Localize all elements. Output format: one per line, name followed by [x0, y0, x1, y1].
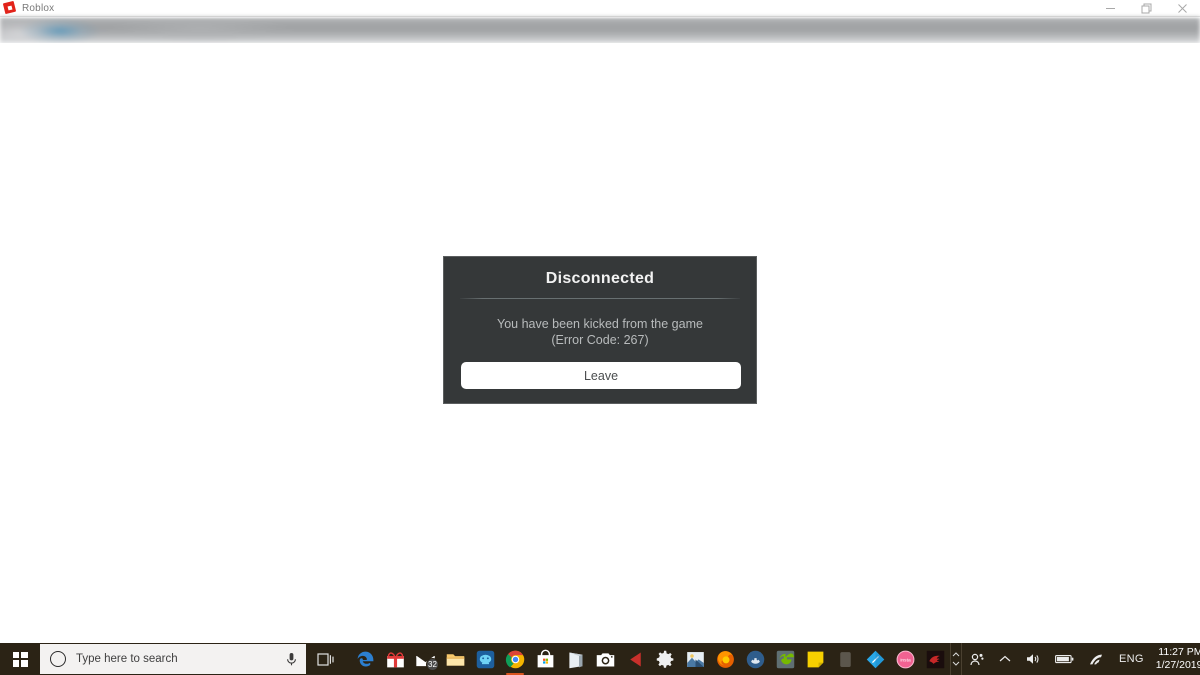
edge-icon	[357, 651, 373, 666]
chevron-up-icon	[952, 652, 960, 657]
dialog-message-line1: You have been kicked from the game	[497, 317, 703, 331]
microphone-icon[interactable]	[285, 652, 298, 667]
svg-text:insta: insta	[900, 657, 911, 663]
taskbar-app-camera[interactable]	[590, 643, 620, 675]
taskbar-app-file-explorer[interactable]	[440, 643, 470, 675]
taskbar-app-geforce-experience[interactable]	[770, 643, 800, 675]
taskbar-app-settings[interactable]	[650, 643, 680, 675]
chrome-icon	[505, 650, 524, 668]
camera-icon	[596, 652, 614, 666]
msi-dragon-icon	[926, 650, 944, 668]
taskbar-overflow-scroll[interactable]	[950, 643, 962, 675]
people-icon[interactable]	[962, 643, 992, 675]
generic-app-icon	[839, 651, 851, 667]
gear-icon	[656, 650, 673, 668]
speaker-icon	[1027, 654, 1039, 664]
firefox-icon	[716, 650, 734, 668]
language-indicator[interactable]: ENG	[1111, 643, 1152, 675]
gift-icon	[386, 651, 404, 667]
roblox-icon	[2, 0, 17, 15]
task-view-icon	[317, 652, 334, 666]
clock-time: 11:27 PM	[1158, 646, 1200, 658]
toolbar-highlight	[0, 17, 1200, 19]
taskbar-app-msi-dragon-center[interactable]	[920, 643, 950, 675]
task-view-button[interactable]	[306, 643, 346, 675]
cortana-circle-icon	[50, 651, 66, 667]
disconnected-dialog: Disconnected You have been kicked from t…	[443, 256, 757, 404]
start-button[interactable]	[0, 643, 40, 675]
clock-date: 1/27/2019	[1155, 659, 1200, 671]
photos-icon	[686, 651, 704, 667]
discord-icon	[746, 650, 764, 668]
windows-logo-icon	[12, 651, 28, 667]
dialog-message-line2: (Error Code: 267)	[551, 333, 649, 347]
minimize-icon[interactable]	[1092, 0, 1128, 17]
window-controls	[1092, 0, 1200, 17]
taskbar-app-instagram[interactable]: insta	[890, 643, 920, 675]
dialog-separator	[460, 298, 740, 299]
taskbar-app-sticky-notes[interactable]	[800, 643, 830, 675]
show-hidden-icons-button[interactable]	[992, 643, 1018, 675]
xbox-icon	[476, 650, 494, 668]
taskbar-app-photos[interactable]	[680, 643, 710, 675]
restore-icon[interactable]	[1128, 0, 1164, 17]
chevron-down-icon	[952, 661, 960, 666]
leave-button[interactable]: Leave	[461, 362, 741, 389]
taskbar-app-microsoft-edge[interactable]	[350, 643, 380, 675]
window-title: Roblox	[22, 2, 55, 14]
taskbar-app-onenote-blue[interactable]	[860, 643, 890, 675]
blurred-toolbar-strip	[0, 17, 1200, 43]
chevron-up-icon	[999, 655, 1011, 662]
taskbar-app-mozilla-firefox[interactable]	[710, 643, 740, 675]
dialog-title: Disconnected	[545, 270, 655, 287]
taskbar-app-discord[interactable]	[740, 643, 770, 675]
close-icon[interactable]	[1164, 0, 1200, 17]
taskbar-app-onenote[interactable]	[560, 643, 590, 675]
instagram-icon: insta	[896, 650, 914, 668]
onenote-icon	[568, 652, 582, 668]
system-tray: ENG 11:27 PM 1/27/2019	[962, 643, 1200, 675]
geforce-icon	[776, 650, 794, 668]
battery-icon[interactable]	[1048, 643, 1081, 675]
taskbar-app-google-chrome[interactable]	[500, 643, 530, 675]
taskbar-app-mail[interactable]: 32	[410, 643, 440, 675]
taskbar-apps: 32 insta	[346, 643, 950, 675]
clock[interactable]: 11:27 PM 1/27/2019	[1152, 646, 1200, 672]
vlc-cone-icon	[629, 652, 641, 666]
search-input[interactable]: Type here to search	[40, 644, 306, 674]
sticky-note-icon	[807, 651, 823, 667]
taskbar-app-microsoft-store[interactable]	[530, 643, 560, 675]
mail-badge: 32	[426, 658, 439, 671]
search-placeholder: Type here to search	[76, 653, 178, 665]
volume-icon[interactable]	[1018, 643, 1048, 675]
store-icon	[537, 649, 553, 667]
taskbar-app-gift-app[interactable]	[380, 643, 410, 675]
taskbar-app-unknown-app[interactable]	[830, 643, 860, 675]
onenote-blue-icon	[866, 650, 884, 668]
screen: Roblox Disconnected You have been kicked…	[0, 0, 1200, 675]
taskbar: Type here to search 32 insta ENG 11:27 P…	[0, 643, 1200, 675]
taskbar-app-vlc-media-player[interactable]	[620, 643, 650, 675]
window-title-bar: Roblox	[0, 0, 1200, 17]
taskbar-app-xbox-console-companion[interactable]	[470, 643, 500, 675]
dialog-message: You have been kicked from the game (Erro…	[460, 299, 740, 348]
wifi-icon[interactable]	[1081, 643, 1111, 675]
folder-icon	[446, 653, 464, 666]
